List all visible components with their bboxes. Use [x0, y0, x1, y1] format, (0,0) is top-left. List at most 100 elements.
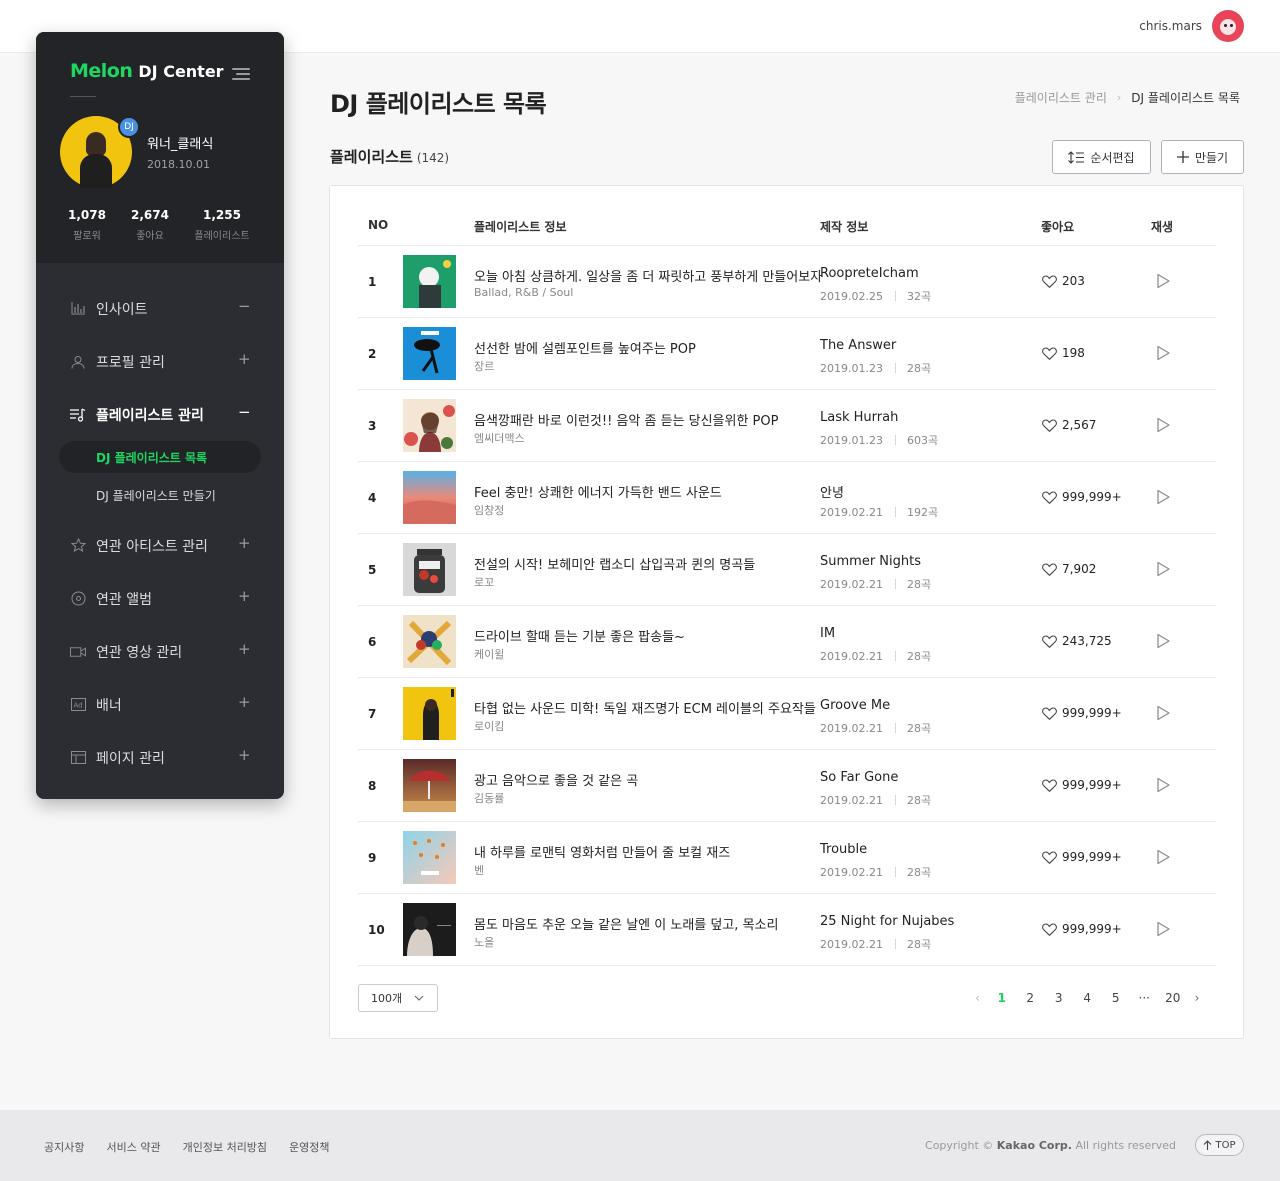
user-menu[interactable]: chris.mars — [1139, 10, 1244, 42]
playlist-thumbnail[interactable] — [403, 831, 456, 884]
playlist-thumbnail[interactable] — [403, 327, 456, 380]
playlist-title[interactable]: 드라이브 할때 듣는 기분 좋은 팝송들~ — [474, 626, 685, 645]
playlist-title[interactable]: 음색깡패란 바로 이런것!! 음악 좀 듣는 당신을위한 POP — [474, 410, 778, 429]
page-number-last[interactable]: 20 — [1159, 991, 1188, 1005]
submenu-item-playlist-create[interactable]: DJ 플레이리스트 만들기 — [36, 477, 284, 513]
expand-icon[interactable]: + — [238, 695, 251, 710]
sidebar-item-related-artist[interactable]: 연관 아티스트 관리 + — [36, 519, 284, 572]
maker-name[interactable]: IM — [820, 626, 835, 641]
maker-name[interactable]: So Far Gone — [820, 770, 898, 785]
like-count[interactable]: 999,999+ — [1042, 706, 1122, 720]
maker-name[interactable]: The Answer — [820, 338, 896, 353]
table-row[interactable]: 9 내 하루를 로맨틱 영화처럼 만들어 줄 보컬 재즈 벤 Trouble 2… — [358, 822, 1216, 894]
playlist-thumbnail[interactable] — [403, 759, 456, 812]
playlist-title[interactable]: 타협 없는 사운드 미학! 독일 재즈명가 ECM 레이블의 주요작들 — [474, 698, 816, 717]
like-count[interactable]: 198 — [1042, 346, 1085, 360]
page-number[interactable]: 4 — [1073, 991, 1102, 1005]
play-icon[interactable] — [1155, 777, 1171, 793]
expand-icon[interactable]: + — [238, 536, 251, 551]
page-number[interactable]: 2 — [1016, 991, 1045, 1005]
username[interactable]: chris.mars — [1139, 19, 1202, 33]
sidebar-item-related-video[interactable]: 연관 영상 관리 + — [36, 625, 284, 678]
table-row[interactable]: 8 광고 음악으로 좋을 것 같은 곡 김동률 So Far Gone 2019… — [358, 750, 1216, 822]
page-number[interactable]: 3 — [1045, 991, 1074, 1005]
create-button[interactable]: 만들기 — [1161, 140, 1244, 174]
sidebar-item-banner[interactable]: Ad 배너 + — [36, 678, 284, 731]
table-row[interactable]: 7 타협 없는 사운드 미학! 독일 재즈명가 ECM 레이블의 주요작들 로이… — [358, 678, 1216, 750]
collapse-icon[interactable]: − — [238, 405, 251, 420]
play-icon[interactable] — [1155, 345, 1171, 361]
expand-icon[interactable]: + — [238, 642, 251, 657]
like-count[interactable]: 2,567 — [1042, 418, 1096, 432]
table-row[interactable]: 4 Feel 충만! 상쾌한 에너지 가득한 밴드 사운드 임창정 안녕 201… — [358, 462, 1216, 534]
table-row[interactable]: 5 전설의 시작! 보헤미안 랩소디 삽입곡과 퀸의 명곡들 로꼬 Summer… — [358, 534, 1216, 606]
playlist-thumbnail[interactable] — [403, 471, 456, 524]
playlist-thumbnail[interactable] — [403, 687, 456, 740]
sidebar-item-insight[interactable]: 인사이트 − — [36, 282, 284, 335]
logo[interactable]: Melon DJ Center — [70, 60, 224, 82]
like-count[interactable]: 243,725 — [1042, 634, 1112, 648]
play-icon[interactable] — [1155, 705, 1171, 721]
breadcrumb-item[interactable]: 플레이리스트 관리 — [1015, 89, 1107, 106]
profile-avatar[interactable]: DJ — [60, 116, 140, 188]
table-row[interactable]: 3 음색깡패란 바로 이런것!! 음악 좀 듣는 당신을위한 POP 엠씨더맥스… — [358, 390, 1216, 462]
playlist-thumbnail[interactable] — [403, 903, 456, 956]
play-icon[interactable] — [1155, 921, 1171, 937]
play-icon[interactable] — [1155, 849, 1171, 865]
maker-name[interactable]: Trouble — [820, 842, 867, 857]
footer-link[interactable]: 운영정책 — [289, 1139, 329, 1155]
playlist-thumbnail[interactable] — [403, 615, 456, 668]
table-row[interactable]: 6 드라이브 할때 듣는 기분 좋은 팝송들~ 케이윌 IM 2019.02.2… — [358, 606, 1216, 678]
play-icon[interactable] — [1155, 489, 1171, 505]
like-count[interactable]: 203 — [1042, 274, 1085, 288]
sidebar-item-page[interactable]: 페이지 관리 + — [36, 731, 284, 784]
playlist-title[interactable]: Feel 충만! 상쾌한 에너지 가득한 밴드 사운드 — [474, 482, 722, 501]
like-count[interactable]: 999,999+ — [1042, 490, 1122, 504]
page-number[interactable]: 5 — [1102, 991, 1131, 1005]
maker-name[interactable]: 안녕 — [820, 482, 844, 501]
maker-name[interactable]: 25 Night for Nujabes — [820, 914, 954, 929]
play-icon[interactable] — [1155, 633, 1171, 649]
playlist-title[interactable]: 오늘 아침 상큼하게. 일상을 좀 더 짜릿하고 풍부하게 만들어보자 — [474, 266, 822, 285]
chevron-left-icon[interactable]: ‹ — [968, 991, 988, 1005]
play-icon[interactable] — [1155, 561, 1171, 577]
like-count[interactable]: 999,999+ — [1042, 850, 1122, 864]
chevron-right-icon[interactable]: › — [1187, 991, 1207, 1005]
playlist-title[interactable]: 광고 음악으로 좋을 것 같은 곡 — [474, 770, 638, 789]
play-icon[interactable] — [1155, 417, 1171, 433]
like-count[interactable]: 7,902 — [1042, 562, 1096, 576]
maker-name[interactable]: Groove Me — [820, 698, 890, 713]
playlist-thumbnail[interactable] — [403, 255, 456, 308]
table-row[interactable]: 2 선선한 밤에 설렘포인트를 높여주는 POP 장르 The Answer 2… — [358, 318, 1216, 390]
expand-icon[interactable]: + — [238, 352, 251, 367]
play-icon[interactable] — [1155, 273, 1171, 289]
reorder-button[interactable]: 순서편집 — [1052, 140, 1151, 174]
like-count[interactable]: 999,999+ — [1042, 922, 1122, 936]
maker-name[interactable]: Lask Hurrah — [820, 410, 898, 425]
playlist-title[interactable]: 내 하루를 로맨틱 영화처럼 만들어 줄 보컬 재즈 — [474, 842, 730, 861]
like-count[interactable]: 999,999+ — [1042, 778, 1122, 792]
sidebar-item-profile[interactable]: 프로필 관리 + — [36, 335, 284, 388]
maker-name[interactable]: RoopreteIcham — [820, 266, 919, 281]
playlist-thumbnail[interactable] — [403, 399, 456, 452]
footer-link[interactable]: 공지사항 — [44, 1139, 84, 1155]
hamburger-menu-icon[interactable] — [232, 68, 250, 80]
user-avatar[interactable] — [1212, 10, 1244, 42]
table-row[interactable]: 1 오늘 아침 상큼하게. 일상을 좀 더 짜릿하고 풍부하게 만들어보자 Ba… — [358, 246, 1216, 318]
footer-link[interactable]: 개인정보 처리방침 — [183, 1139, 267, 1155]
playlist-title[interactable]: 선선한 밤에 설렘포인트를 높여주는 POP — [474, 338, 696, 357]
maker-name[interactable]: Summer Nights — [820, 554, 921, 569]
page-size-select[interactable]: 100개 — [358, 984, 438, 1012]
playlist-thumbnail[interactable] — [403, 543, 456, 596]
scroll-top-button[interactable]: TOP — [1195, 1134, 1244, 1156]
footer-link[interactable]: 서비스 약관 — [106, 1139, 160, 1155]
playlist-title[interactable]: 전설의 시작! 보헤미안 랩소디 삽입곡과 퀸의 명곡들 — [474, 554, 755, 573]
expand-icon[interactable]: + — [238, 589, 251, 604]
expand-icon[interactable]: + — [238, 748, 251, 763]
sidebar-item-playlist[interactable]: 플레이리스트 관리 − — [36, 388, 284, 441]
submenu-item-playlist-list[interactable]: DJ 플레이리스트 목록 — [59, 441, 261, 473]
table-row[interactable]: 10 몸도 마음도 추운 오늘 같은 날엔 이 노래를 덮고, 목소리 노을 2… — [358, 894, 1216, 966]
page-number[interactable]: 1 — [988, 991, 1017, 1005]
collapse-icon[interactable]: − — [238, 299, 251, 314]
sidebar-item-related-album[interactable]: 연관 앨범 + — [36, 572, 284, 625]
